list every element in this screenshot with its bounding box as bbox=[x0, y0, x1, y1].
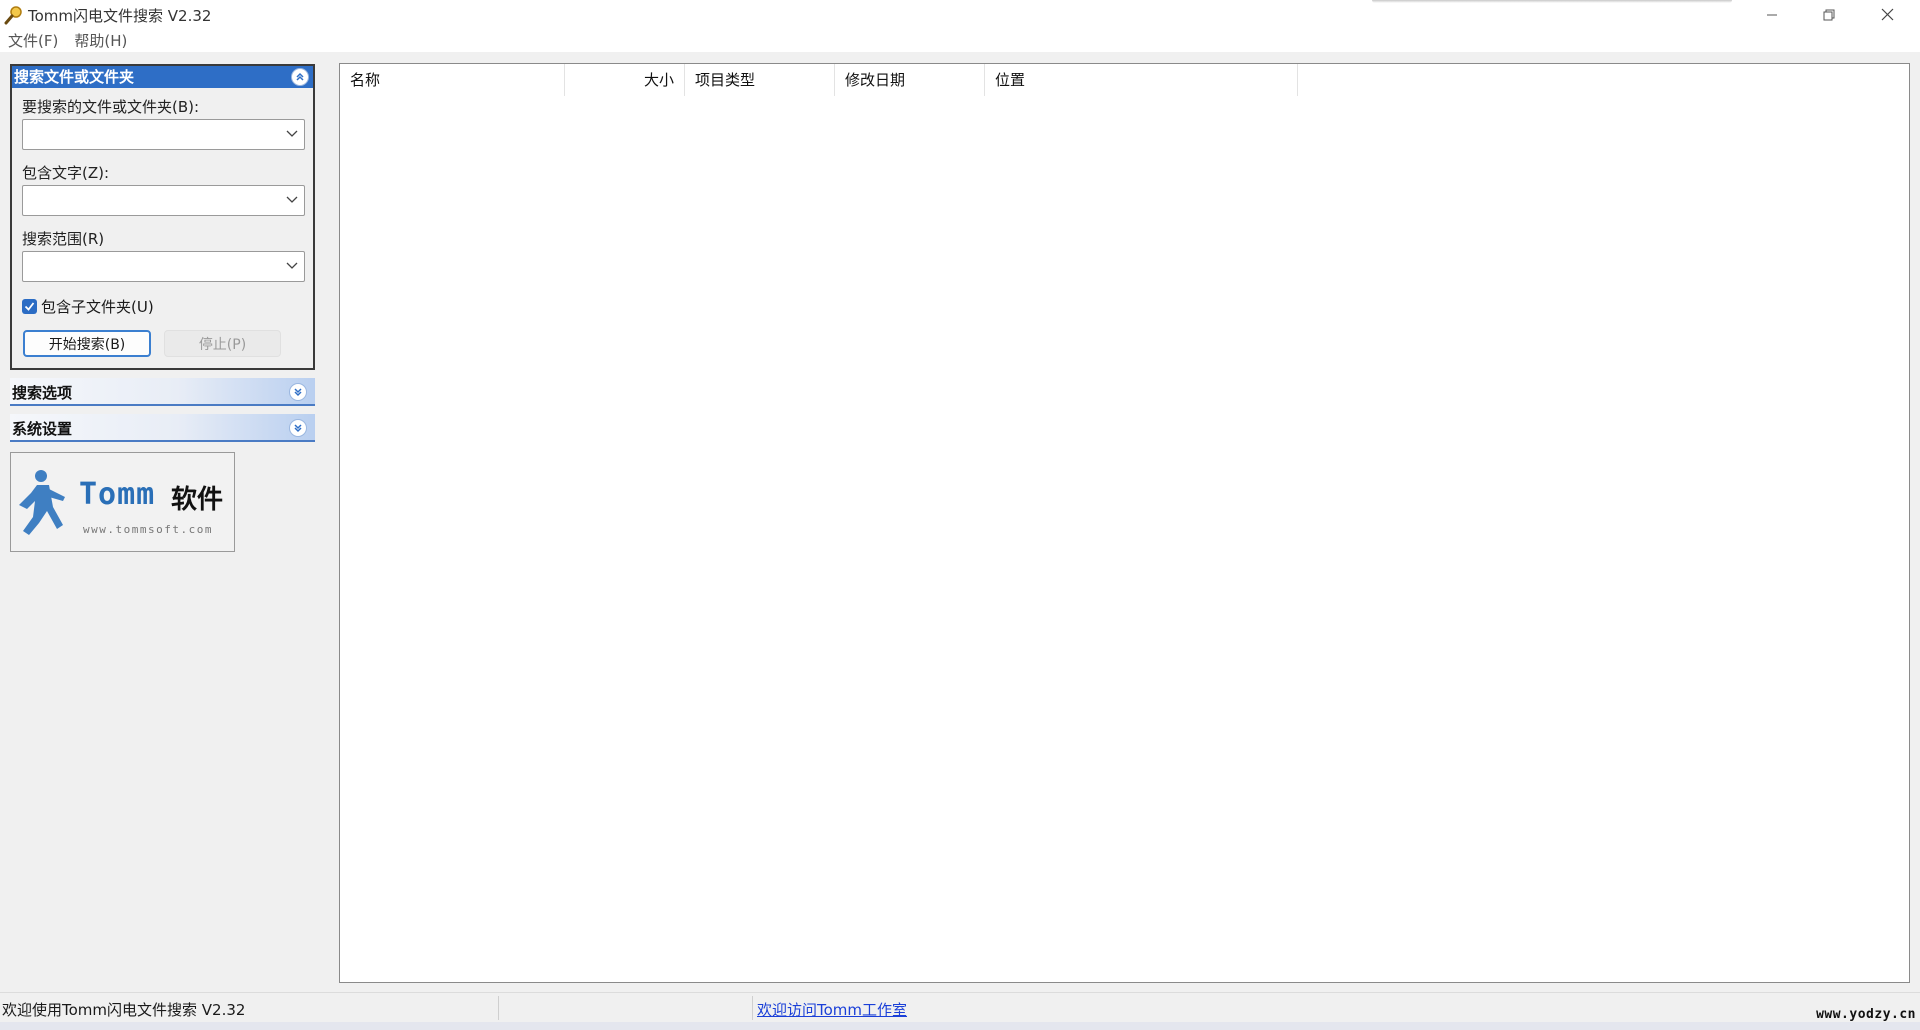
logo-brand-name: Tomm bbox=[79, 477, 156, 512]
collapse-up-icon[interactable] bbox=[291, 68, 309, 86]
logo-brand-suffix: 软件 bbox=[171, 485, 224, 515]
menu-bar: 文件(F) 帮助(H) bbox=[0, 29, 1920, 52]
contains-text-label: 包含文字(Z): bbox=[22, 164, 110, 182]
start-search-button[interactable]: 开始搜索(B) bbox=[23, 330, 151, 357]
results-list[interactable]: 名称 大小 项目类型 修改日期 位置 bbox=[339, 63, 1910, 983]
checkmark-icon bbox=[24, 302, 35, 311]
contains-text-combobox[interactable] bbox=[22, 185, 305, 216]
restore-icon bbox=[1823, 9, 1835, 20]
app-magnifier-icon bbox=[4, 6, 22, 25]
column-header-date[interactable]: 修改日期 bbox=[835, 64, 985, 96]
search-panel-header[interactable]: 搜索文件或文件夹 bbox=[12, 66, 313, 88]
close-button[interactable] bbox=[1858, 0, 1916, 29]
column-header-size[interactable]: 大小 bbox=[565, 64, 685, 96]
overlay-shadow bbox=[1372, 0, 1732, 3]
include-subfolders-checkbox[interactable] bbox=[22, 299, 37, 314]
logo-url: www.tommsoft.com bbox=[83, 523, 213, 536]
menu-file[interactable]: 文件(F) bbox=[0, 30, 66, 51]
window-bottom-edge bbox=[0, 1022, 1920, 1030]
close-icon bbox=[1881, 8, 1893, 21]
search-scope-label: 搜索范围(R) bbox=[22, 230, 105, 248]
search-panel-title: 搜索文件或文件夹 bbox=[14, 68, 135, 86]
site-watermark: www.yodzy.cn bbox=[1816, 1007, 1916, 1022]
status-divider bbox=[498, 996, 499, 1020]
chevron-down-icon[interactable] bbox=[286, 196, 298, 204]
status-bar: 欢迎使用Tomm闪电文件搜索 V2.32 欢迎访问Tomm工作室 bbox=[0, 992, 1920, 1022]
stop-button[interactable]: 停止(P) bbox=[164, 330, 281, 357]
search-options-panel[interactable]: 搜索选项 bbox=[10, 378, 315, 406]
system-settings-panel[interactable]: 系统设置 bbox=[10, 414, 315, 442]
column-header-type[interactable]: 项目类型 bbox=[685, 64, 835, 96]
minimize-button[interactable] bbox=[1743, 0, 1801, 29]
status-message: 欢迎使用Tomm闪电文件搜索 V2.32 bbox=[2, 1001, 246, 1019]
search-scope-combobox[interactable] bbox=[22, 251, 305, 282]
menu-help[interactable]: 帮助(H) bbox=[66, 30, 135, 51]
expand-down-icon[interactable] bbox=[289, 383, 307, 401]
column-header-name[interactable]: 名称 bbox=[340, 64, 565, 96]
search-panel: 搜索文件或文件夹 要搜索的文件或文件夹(B): 包含文字(Z): 搜索范围(R)… bbox=[10, 64, 315, 370]
file-name-combobox[interactable] bbox=[22, 119, 305, 150]
system-settings-title: 系统设置 bbox=[12, 420, 73, 438]
include-subfolders-option[interactable]: 包含子文件夹(U) bbox=[22, 296, 154, 317]
tomm-logo: Tomm 软件 www.tommsoft.com bbox=[10, 452, 235, 552]
window-title: Tomm闪电文件搜索 V2.32 bbox=[28, 7, 212, 25]
include-subfolders-label: 包含子文件夹(U) bbox=[41, 298, 154, 316]
title-bar: Tomm闪电文件搜索 V2.32 bbox=[0, 0, 1920, 29]
status-divider bbox=[752, 996, 753, 1020]
file-name-label: 要搜索的文件或文件夹(B): bbox=[22, 98, 200, 116]
restore-button[interactable] bbox=[1800, 0, 1858, 29]
chevron-down-icon[interactable] bbox=[286, 130, 298, 138]
expand-down-icon[interactable] bbox=[289, 419, 307, 437]
column-header-location[interactable]: 位置 bbox=[985, 64, 1298, 96]
chevron-down-icon[interactable] bbox=[286, 262, 298, 270]
running-man-icon bbox=[19, 470, 65, 535]
search-options-title: 搜索选项 bbox=[12, 384, 73, 402]
minimize-icon bbox=[1767, 14, 1777, 15]
visit-studio-link[interactable]: 欢迎访问Tomm工作室 bbox=[757, 999, 907, 1020]
